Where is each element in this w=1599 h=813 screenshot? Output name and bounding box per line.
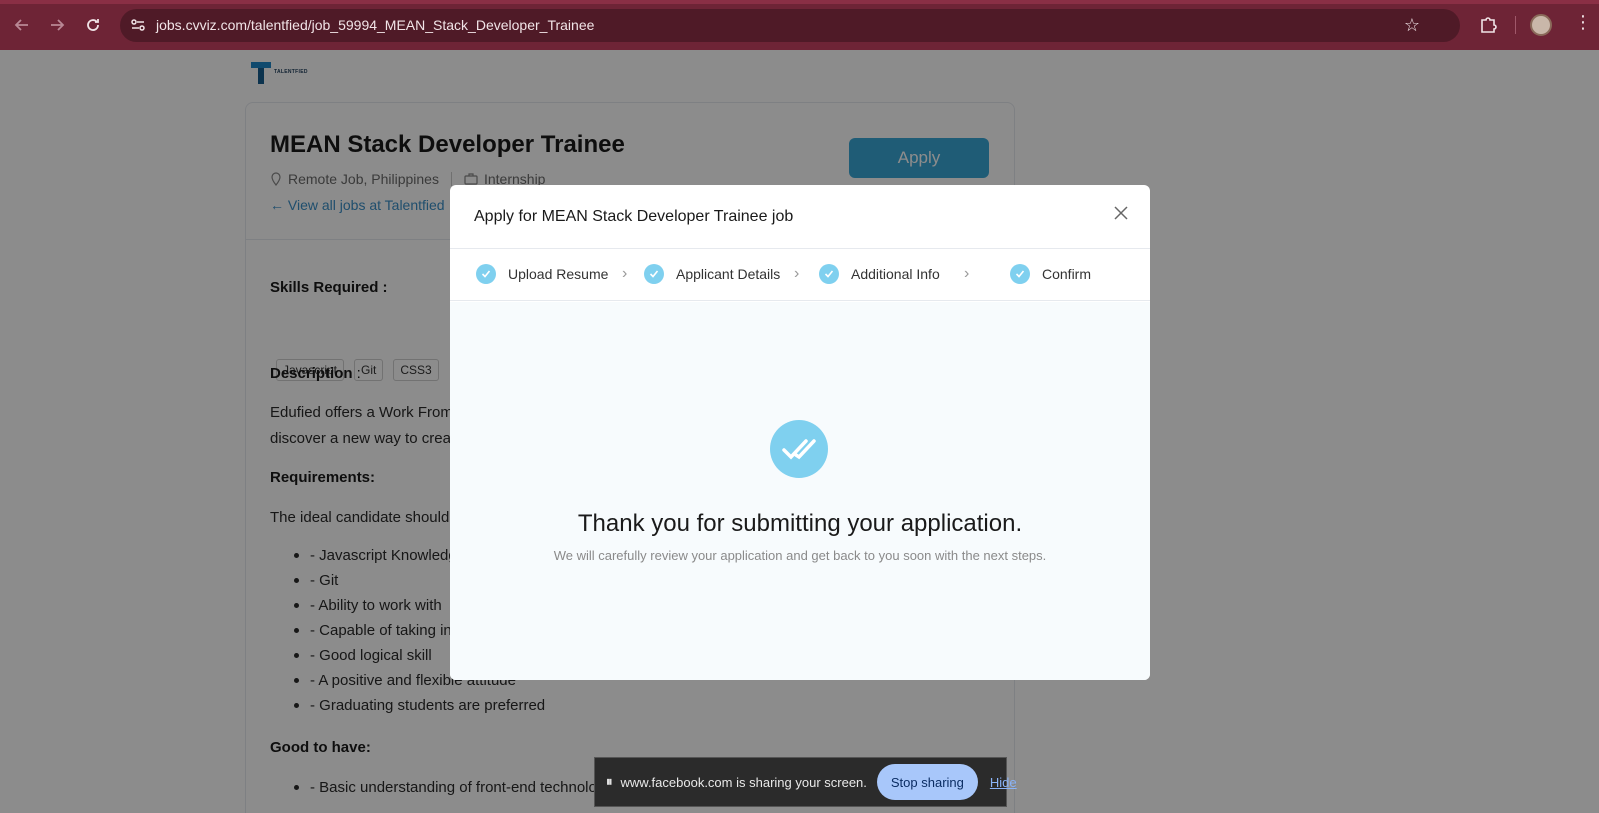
modal-body: Thank you for submitting your applicatio… [450, 302, 1150, 680]
check-icon [476, 264, 496, 284]
step-additional-info: Additional Info [819, 264, 940, 284]
step-confirm: Confirm [1010, 264, 1091, 284]
double-check-icon [770, 420, 828, 478]
success-heading: Thank you for submitting your applicatio… [577, 510, 1023, 537]
success-subtext: We will carefully review your applicatio… [553, 548, 1047, 563]
back-arrow-icon[interactable] [10, 13, 34, 37]
browser-toolbar: jobs.cvviz.com/talentfied/job_59994_MEAN… [0, 0, 1599, 50]
hide-link[interactable]: Hide [990, 775, 1017, 790]
extensions-icon[interactable] [1477, 14, 1499, 36]
step-upload-resume: Upload Resume [476, 264, 608, 284]
kebab-menu-icon[interactable]: ⋮ [1574, 12, 1592, 33]
address-bar[interactable]: jobs.cvviz.com/talentfied/job_59994_MEAN… [120, 9, 1460, 42]
reload-icon[interactable] [81, 13, 105, 37]
apply-modal: Apply for MEAN Stack Developer Trainee j… [450, 185, 1150, 680]
check-icon [1010, 264, 1030, 284]
tab-strip-edge [0, 0, 1599, 4]
close-icon[interactable] [1110, 202, 1132, 224]
bookmark-star-icon[interactable]: ☆ [1404, 15, 1420, 36]
check-icon [819, 264, 839, 284]
screen-share-message: www.facebook.com is sharing your screen. [620, 774, 867, 790]
pause-icon: ⏸ [606, 774, 613, 789]
step-applicant-details: Applicant Details [644, 264, 780, 284]
url-text[interactable]: jobs.cvviz.com/talentfied/job_59994_MEAN… [156, 17, 594, 33]
screen-share-bar: ⏸ www.facebook.com is sharing your scree… [594, 757, 1017, 807]
stop-sharing-button[interactable]: Stop sharing [876, 764, 978, 800]
step-label: Confirm [1042, 266, 1092, 282]
modal-header: Apply for MEAN Stack Developer Trainee j… [450, 185, 1150, 249]
profile-avatar[interactable] [1530, 14, 1552, 36]
check-icon [644, 264, 664, 284]
step-label: Applicant Details [676, 266, 781, 282]
step-label: Upload Resume [508, 266, 609, 282]
forward-arrow-icon[interactable] [45, 13, 69, 37]
modal-title: Apply for MEAN Stack Developer Trainee j… [474, 208, 794, 225]
chevron-right-icon: › [622, 265, 628, 282]
site-settings-icon[interactable] [130, 17, 146, 33]
step-label: Additional Info [851, 266, 940, 282]
chevron-right-icon: › [794, 265, 800, 282]
stepper: Upload Resume › Applicant Details › Addi… [450, 249, 1150, 301]
toolbar-divider [1515, 16, 1516, 34]
chevron-right-icon: › [964, 265, 970, 282]
